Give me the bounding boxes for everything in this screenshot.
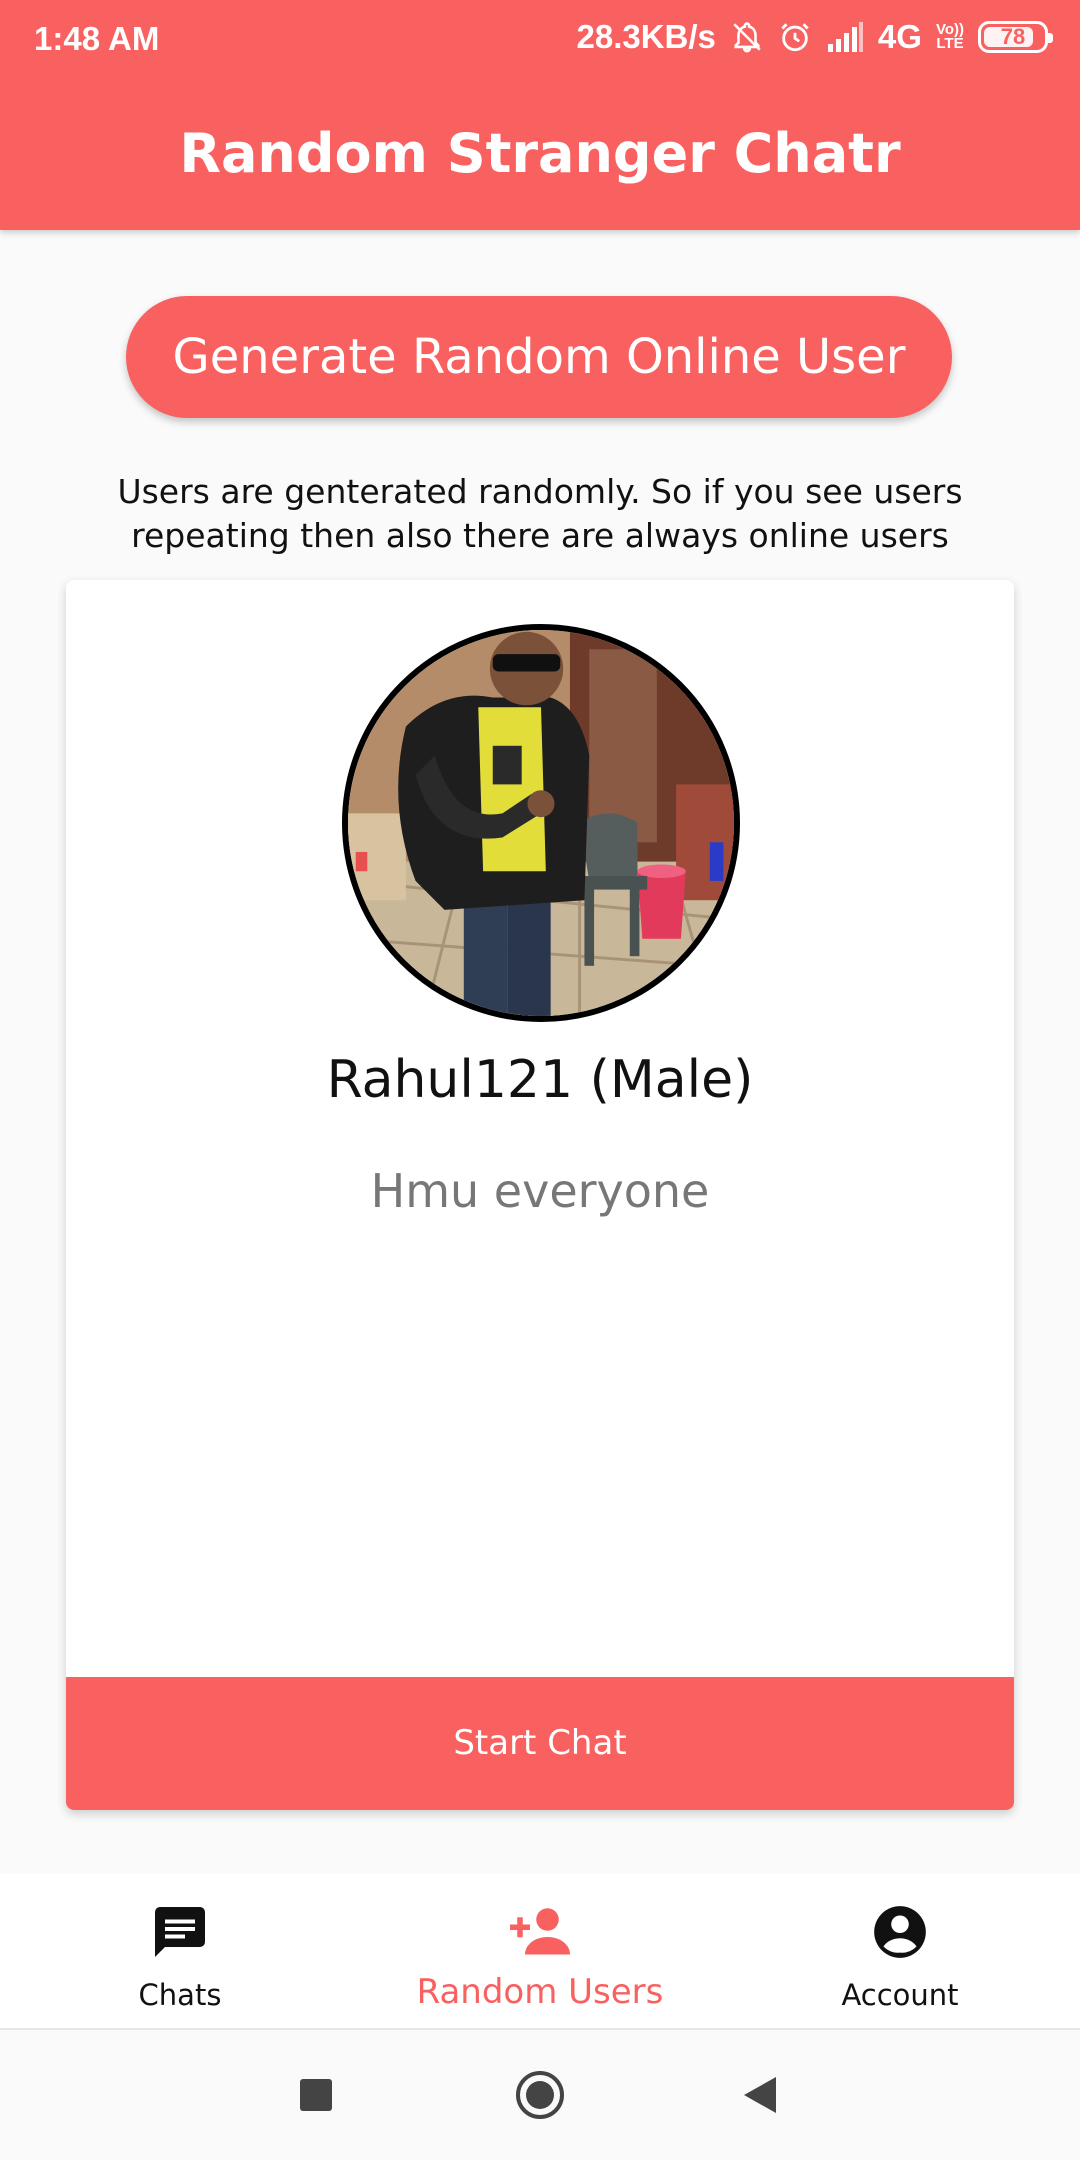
battery-level: 78 — [1000, 24, 1026, 49]
user-name: Rahul121 (Male) — [326, 1050, 754, 1110]
user-card: Rahul121 (Male) Hmu everyone Start Chat — [66, 580, 1014, 1810]
bottom-navigation: Chats Random Users Account — [0, 1874, 1080, 2030]
nav-item-account[interactable]: Account — [750, 1874, 1050, 2030]
user-status-message: Hmu everyone — [370, 1164, 710, 1218]
network-type: 4G — [877, 18, 922, 55]
person-add-icon — [507, 1900, 573, 1964]
system-navigation-bar — [0, 2030, 1080, 2160]
recent-apps-button[interactable] — [256, 2030, 376, 2160]
nav-item-random-users[interactable]: Random Users — [390, 1874, 690, 2030]
status-icons: 28.3KB/s 4G Vo)) LTE 78 — [576, 18, 1053, 56]
net-speed: 28.3KB/s — [576, 18, 716, 55]
volte-indicator: Vo)) LTE — [935, 21, 964, 52]
alarm-icon — [778, 20, 812, 54]
app-title: Random Stranger Chatr — [179, 122, 901, 185]
account-circle-icon — [869, 1900, 931, 1964]
nav-item-chats[interactable]: Chats — [30, 1874, 330, 2030]
battery-icon: 78 — [978, 21, 1053, 53]
home-button[interactable] — [480, 2030, 600, 2160]
info-note: Users are genterated randomly. So if you… — [117, 472, 963, 555]
chat-icon — [150, 1900, 210, 1964]
start-chat-button[interactable]: Start Chat — [66, 1677, 1014, 1810]
notifications-off-icon — [730, 20, 764, 54]
app-bar: 1:48 AM 28.3KB/s 4G Vo)) LTE 78 Random S… — [0, 0, 1080, 230]
generate-random-user-button[interactable]: Generate Random Online User — [126, 296, 952, 418]
signal-icon — [826, 22, 864, 52]
status-bar: 1:48 AM 28.3KB/s 4G Vo)) LTE 78 — [0, 0, 1080, 78]
nav-label-random-users: Random Users — [416, 1972, 664, 2012]
status-time: 1:48 AM — [34, 20, 160, 57]
nav-label-chats: Chats — [138, 1978, 222, 2012]
nav-label-account: Account — [841, 1978, 959, 2012]
user-avatar[interactable] — [342, 624, 740, 1022]
back-button[interactable] — [700, 2030, 820, 2160]
